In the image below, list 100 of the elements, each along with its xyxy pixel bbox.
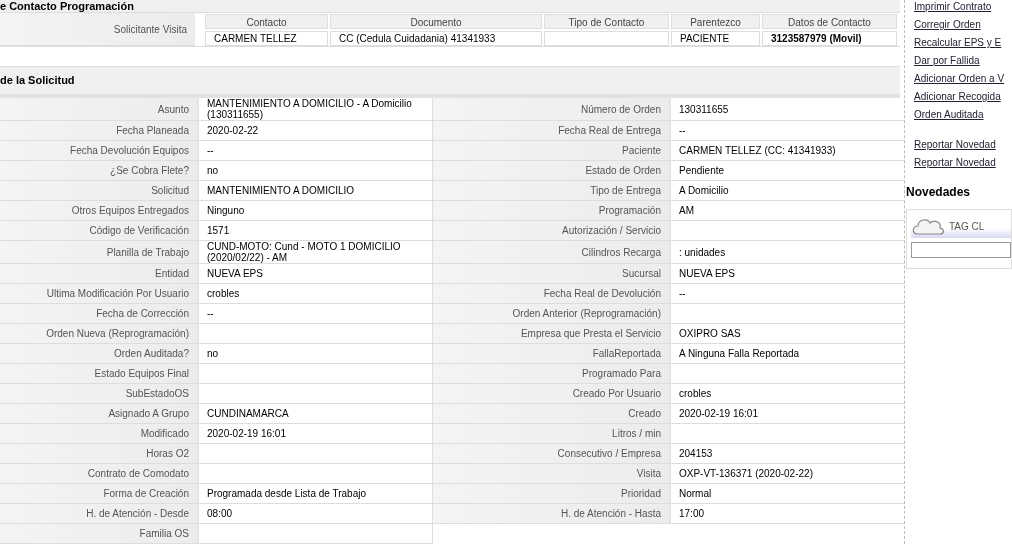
field-value: -- xyxy=(669,121,904,141)
field-value: -- xyxy=(197,304,432,324)
field-label: Horas O2 xyxy=(0,444,197,464)
field-value: OXP-VT-136371 (2020-02-22) xyxy=(669,464,904,484)
field-value: NUEVA EPS xyxy=(669,264,904,284)
field-value: CUND-MOTO: Cund - MOTO 1 DOMICILIO (2020/02/22) - AM xyxy=(197,241,432,264)
field-value: MANTENIMIENTO A DOMICILIO xyxy=(197,181,432,201)
field-value: A Ninguna Falla Reportada xyxy=(669,344,904,364)
field-label: Asunto xyxy=(0,98,197,121)
field-label: Fecha Real de Entrega xyxy=(432,121,669,141)
field-label: Creado xyxy=(432,404,669,424)
field-label: Ultima Modificación Por Usuario xyxy=(0,284,197,304)
field-label: Empresa que Presta el Servicio xyxy=(432,324,669,344)
field-label: Entidad xyxy=(0,264,197,284)
column-header: Parentezco xyxy=(671,14,760,29)
field-label: Orden Auditada? xyxy=(0,344,197,364)
field-label: FallaReportada xyxy=(432,344,669,364)
tag-input-field[interactable] xyxy=(911,242,1011,258)
field-label: Litros / min xyxy=(432,424,669,444)
field-value: no xyxy=(197,344,432,364)
field-label: Orden Anterior (Reprogramación) xyxy=(432,304,669,324)
field-label: Tipo de Entrega xyxy=(432,181,669,201)
field-value: CARMEN TELLEZ (CC: 41341933) xyxy=(669,141,904,161)
cloud-icon xyxy=(911,216,945,236)
column-header: Contacto xyxy=(205,14,328,29)
novedades-heading: Novedades xyxy=(906,184,972,201)
section-header: de la Solicitud xyxy=(0,66,900,94)
column-header: Tipo de Contacto xyxy=(544,14,669,29)
table-cell: CARMEN TELLEZ xyxy=(205,31,328,46)
field-label: Modificado xyxy=(0,424,197,444)
tag-cloud-label: TAG CL xyxy=(949,219,985,234)
field-value: 2020-02-19 16:01 xyxy=(669,404,904,424)
field-label: Sucursal xyxy=(432,264,669,284)
field-value: 1571 xyxy=(197,221,432,241)
sidebar-link[interactable]: Reportar Novedad xyxy=(914,138,1012,151)
field-label: Estado Equipos Final xyxy=(0,364,197,384)
field-label: Programación xyxy=(432,201,669,221)
table-cell: PACIENTE xyxy=(671,31,760,46)
field-value: -- xyxy=(197,141,432,161)
field-label: Visita xyxy=(432,464,669,484)
field-value: A Domicilio xyxy=(669,181,904,201)
sidebar-link[interactable]: Imprimir Contrato xyxy=(914,0,1012,13)
field-value: OXIPRO SAS xyxy=(669,324,904,344)
field-value: 17:00 xyxy=(669,504,904,524)
field-label: Orden Nueva (Reprogramación) xyxy=(0,324,197,344)
field-label: Autorización / Servicio xyxy=(432,221,669,241)
field-label: Fecha de Corrección xyxy=(0,304,197,324)
field-value: no xyxy=(197,161,432,181)
field-label: Fecha Real de Devolución xyxy=(432,284,669,304)
field-value: 2020-02-19 16:01 xyxy=(197,424,432,444)
field-label: H. de Atención - Hasta xyxy=(432,504,669,524)
field-label: Solicitud xyxy=(0,181,197,201)
field-value: CUNDINAMARCA xyxy=(197,404,432,424)
field-value: Pendiente xyxy=(669,161,904,181)
field-value: AM xyxy=(669,201,904,221)
field-label: Planilla de Trabajo xyxy=(0,241,197,264)
field-label: Creado Por Usuario xyxy=(432,384,669,404)
field-label: Programado Para xyxy=(432,364,669,384)
field-value: -- xyxy=(669,284,904,304)
sidebar-link[interactable]: Corregir Orden xyxy=(914,18,1012,31)
field-value: MANTENIMIENTO A DOMICILIO - A Domicilio (130311655) xyxy=(197,98,432,121)
field-label: Solicitante Visita xyxy=(0,13,195,47)
column-header: Datos de Contacto xyxy=(762,14,897,29)
field-value: crobles xyxy=(197,284,432,304)
field-value: Ninguno xyxy=(197,201,432,221)
sidebar-link[interactable]: Adicionar Orden a V xyxy=(914,72,1012,85)
field-value: 130311655 xyxy=(669,98,904,121)
sidebar-link[interactable]: Adicionar Recogida xyxy=(914,90,1012,103)
field-label: Fecha Planeada xyxy=(0,121,197,141)
field-label: Código de Verificación xyxy=(0,221,197,241)
table-cell: CC (Cedula Cuidadania) 41341933 xyxy=(330,31,542,46)
field-value: 08:00 xyxy=(197,504,432,524)
field-label: ¿Se Cobra Flete? xyxy=(0,161,197,181)
field-label: Estado de Orden xyxy=(432,161,669,181)
field-value: Programada desde Lista de Trabajo xyxy=(197,484,432,504)
field-label: Prioridad xyxy=(432,484,669,504)
field-label: Asignado A Grupo xyxy=(0,404,197,424)
field-label: Fecha Devolución Equipos xyxy=(0,141,197,161)
field-label: SubEstadoOS xyxy=(0,384,197,404)
table-cell: 3123587979 (Movil) xyxy=(762,31,897,46)
field-value: Normal xyxy=(669,484,904,504)
field-value: 2020-02-22 xyxy=(197,121,432,141)
sidebar-link[interactable]: Recalcular EPS y E xyxy=(914,36,1012,49)
field-value: NUEVA EPS xyxy=(197,264,432,284)
sidebar-link[interactable]: Orden Auditada xyxy=(914,108,1012,121)
field-label: Paciente xyxy=(432,141,669,161)
field-label: Familia OS xyxy=(0,524,197,544)
field-label: Otros Equipos Entregados xyxy=(0,201,197,221)
field-label: Número de Orden xyxy=(432,98,669,121)
field-label: H. de Atención - Desde xyxy=(0,504,197,524)
field-label: Forma de Creación xyxy=(0,484,197,504)
field-value: crobles xyxy=(669,384,904,404)
field-label: Cilindros Recarga xyxy=(432,241,669,264)
sidebar-link[interactable]: Dar por Fallida xyxy=(914,54,1012,67)
field-value: : unidades xyxy=(669,241,904,264)
field-value: 204153 xyxy=(669,444,904,464)
field-label: Contrato de Comodato xyxy=(0,464,197,484)
sidebar-link[interactable]: Reportar Novedad xyxy=(914,156,1012,169)
section-header: e Contacto Programación xyxy=(0,0,900,13)
field-label: Consecutivo / Empresa xyxy=(432,444,669,464)
